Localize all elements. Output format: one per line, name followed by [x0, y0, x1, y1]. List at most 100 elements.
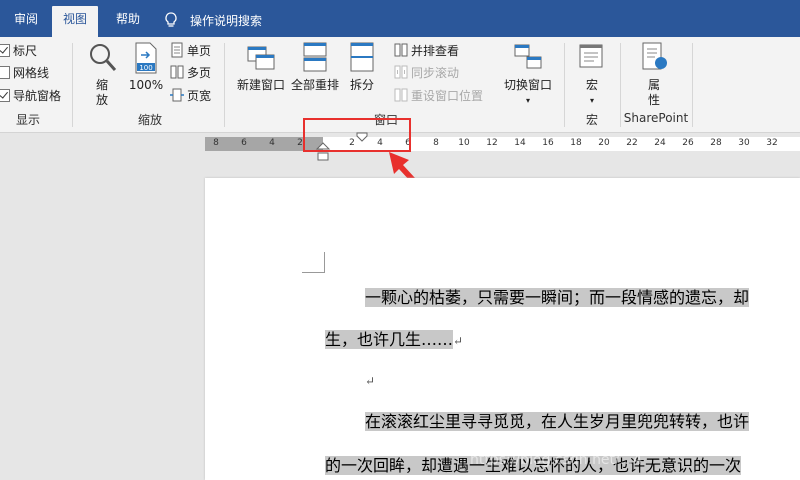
paragraph-1-line-2[interactable]: 生，也许几生……↵ [325, 326, 463, 350]
document-page[interactable] [205, 178, 800, 480]
reset-window-position-button[interactable]: 重设窗口位置 [394, 86, 483, 104]
page-width-button[interactable]: 页宽 [170, 86, 211, 104]
ruler-number: 14 [514, 138, 526, 148]
one-page-button[interactable]: 单页 [170, 41, 211, 59]
one-page-label: 单页 [187, 43, 212, 58]
ruler-number: 4 [269, 138, 275, 148]
zoom-label-1: 缩 [95, 78, 108, 92]
tell-me-search[interactable]: 操作说明搜索 [162, 6, 262, 34]
multi-page-button[interactable]: 多页 [170, 63, 211, 81]
page-width-icon [170, 88, 184, 102]
tab-help[interactable]: 帮助 [108, 6, 148, 37]
arrange-all-label: 全部重排 [290, 78, 339, 92]
group-label-sharepoint: SharePoint [623, 111, 689, 125]
new-window-label: 新建窗口 [236, 78, 285, 92]
magnifier-icon [90, 44, 117, 71]
ruler-number: 28 [710, 138, 722, 148]
paragraph-mark-icon: ↵ [365, 374, 376, 388]
empty-paragraph[interactable]: ↵ [365, 370, 375, 389]
ruler-number: 32 [766, 138, 778, 148]
properties-icon [642, 42, 667, 70]
margin-corner-mark [302, 252, 325, 273]
ruler-number: 12 [486, 138, 498, 148]
properties-label-2: 性 [647, 93, 660, 107]
zoom-100-icon: 100 [135, 42, 157, 74]
zoom-100-button[interactable]: 100 100% [126, 41, 166, 93]
nav-pane-checkbox[interactable]: 导航窗格 [0, 86, 61, 104]
watermark: https://blog.csdn.net/...4 [470, 452, 643, 468]
switch-window-button[interactable]: 切换窗口 ▾ [500, 41, 556, 108]
properties-label-1: 属 [647, 78, 660, 92]
selected-text: 在滚滚红尘里寻寻觅觅，在人生岁月里兜兜转转，也许 [365, 412, 750, 431]
nav-pane-label: 导航窗格 [13, 88, 62, 103]
horizontal-ruler[interactable]: 8 6 4 2 2 4 6 8 10 12 14 16 18 20 22 24 … [205, 132, 800, 161]
group-label-zoom: 缩放 [137, 113, 162, 127]
group-separator [224, 43, 225, 127]
split-button[interactable]: 拆分 [345, 41, 379, 93]
arrange-all-button[interactable]: 全部重排 [289, 41, 341, 93]
zoom-button[interactable]: 缩 放 [84, 41, 120, 108]
group-separator [620, 43, 621, 127]
reset-window-position-label: 重设窗口位置 [411, 88, 484, 103]
switch-window-label: 切换窗口 [503, 78, 552, 92]
ruler-check-icon [0, 43, 10, 57]
ruler-number: 30 [738, 138, 750, 148]
ribbon-tab-bar: 审阅 视图 帮助 操作说明搜索 [0, 0, 800, 37]
group-label-show: 显示 [15, 113, 40, 127]
macros-label: 宏 [585, 78, 598, 92]
sync-scroll-button[interactable]: 同步滚动 [394, 63, 459, 81]
paragraph-mark-icon: ↵ [453, 334, 464, 348]
multi-page-icon [170, 65, 184, 79]
side-by-side-label: 并排查看 [411, 43, 460, 58]
page-width-label: 页宽 [187, 88, 212, 103]
one-page-icon [171, 42, 183, 58]
new-window-button[interactable]: 新建窗口 [235, 41, 287, 93]
reset-position-icon [394, 88, 408, 102]
selected-text: 生，也许几生…… [325, 330, 454, 349]
zoom-100-icon-text: 100 [139, 64, 152, 72]
split-label: 拆分 [349, 78, 374, 92]
ruler-number: 18 [570, 138, 582, 148]
gridlines-check-icon [0, 65, 10, 79]
switch-window-icon [514, 44, 542, 69]
ruler-number: 10 [458, 138, 470, 148]
ruler-number: 8 [213, 138, 219, 148]
sync-scroll-icon [394, 65, 408, 79]
multi-page-label: 多页 [187, 65, 212, 80]
ruler-number: 16 [542, 138, 554, 148]
paragraph-2-line-1[interactable]: 在滚滚红尘里寻寻觅觅，在人生岁月里兜兜转转，也许 [365, 408, 750, 432]
properties-button[interactable]: 属 性 [636, 41, 672, 108]
lightbulb-icon [165, 12, 177, 27]
gridlines-label: 网格线 [13, 65, 50, 80]
ruler-number: 22 [626, 138, 638, 148]
ruler-number: 24 [654, 138, 666, 148]
nav-pane-check-icon [0, 88, 10, 102]
tell-me-label: 操作说明搜索 [190, 13, 263, 28]
sync-scroll-label: 同步滚动 [411, 65, 460, 80]
group-separator [564, 43, 565, 127]
side-by-side-button[interactable]: 并排查看 [394, 41, 459, 59]
group-separator [72, 43, 73, 127]
switch-window-chevron-icon: ▾ [525, 96, 530, 105]
side-by-side-icon [394, 43, 408, 57]
group-separator [692, 43, 693, 127]
ruler-checkbox[interactable]: 标尺 [0, 41, 37, 59]
paragraph-1-line-1[interactable]: 一颗心的枯萎，只需要一瞬间；而一段情感的遗忘，却 [365, 284, 750, 308]
macros-button[interactable]: 宏 ▾ [574, 41, 610, 108]
ruler-number: 26 [682, 138, 694, 148]
zoom-100-label: 100% [128, 78, 164, 92]
ruler-number: 20 [598, 138, 610, 148]
selected-text: 一颗心的枯萎，只需要一瞬间；而一段情感的遗忘，却 [365, 288, 750, 307]
gridlines-checkbox[interactable]: 网格线 [0, 63, 49, 81]
arrange-all-icon [303, 42, 327, 72]
ruler-highlight-box [303, 118, 411, 152]
tab-review[interactable]: 审阅 [4, 6, 48, 37]
split-icon [350, 42, 374, 72]
macros-chevron-icon: ▾ [589, 96, 594, 105]
ruler-number: 8 [433, 138, 439, 148]
macros-icon [579, 44, 603, 68]
ruler-number: 6 [241, 138, 247, 148]
tab-view[interactable]: 视图 [52, 6, 98, 37]
zoom-label-2: 放 [95, 93, 108, 107]
ruler-label: 标尺 [13, 43, 38, 58]
